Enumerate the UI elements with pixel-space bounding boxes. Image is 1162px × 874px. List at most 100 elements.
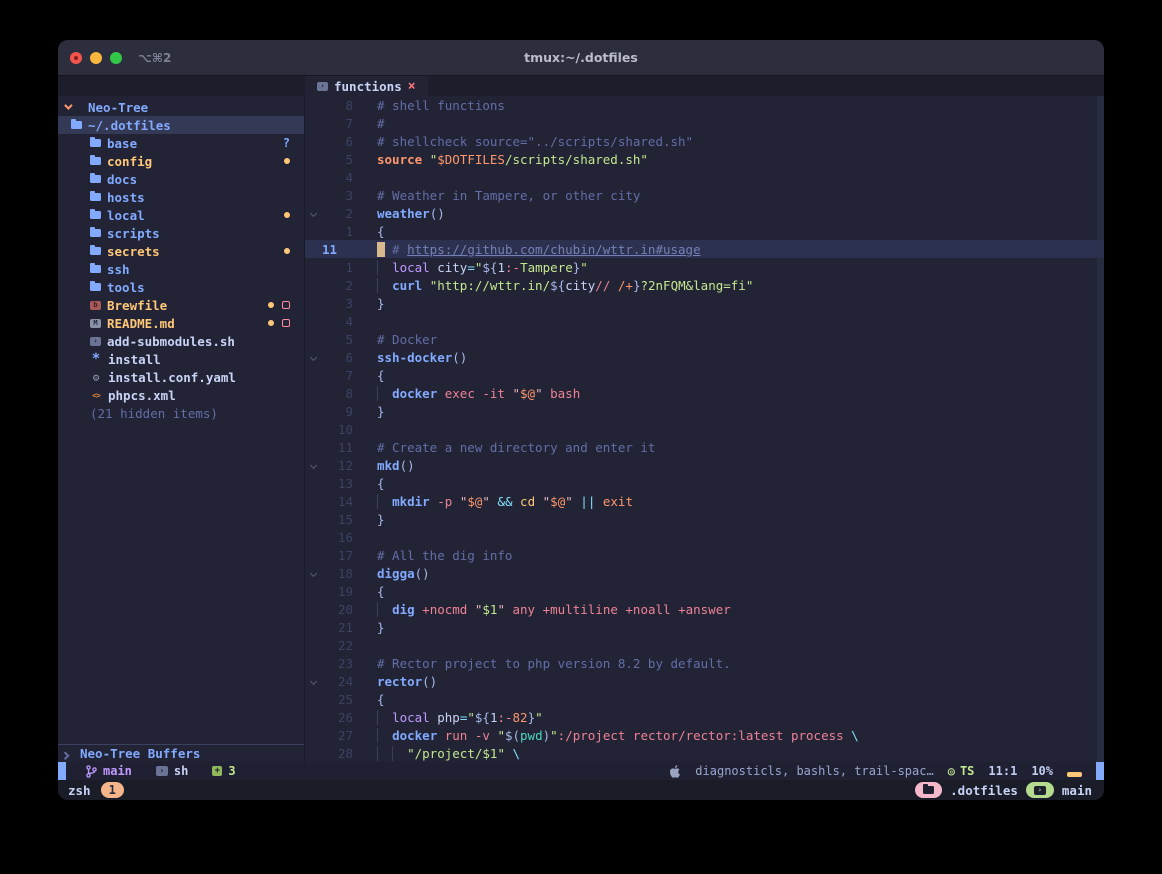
code-line[interactable]: 5# Docker [305,330,1104,348]
code-line[interactable]: 1▏ local city="${1:-Tampere}" [305,258,1104,276]
tree-item-file-brewfile[interactable]: b Brewfile [58,296,304,314]
tree-item-file-install[interactable]: *install [58,350,304,368]
code-text: # Rector project to php version 8.2 by d… [353,656,731,671]
tree-item-dir-dotfiles[interactable]: ~/.dotfiles [58,116,304,134]
neo-tree-buffers-header[interactable]: Neo-Tree Buffers [58,745,304,762]
code-line[interactable]: 25{ [305,690,1104,708]
code-line[interactable]: 26▏ local php="${1:-82}" [305,708,1104,726]
code-line[interactable]: 10 [305,420,1104,438]
code-text: { [353,224,385,239]
tree-item-label: hosts [107,190,145,205]
tree-item-label: README.md [107,316,175,331]
code-line[interactable]: 23# Rector project to php version 8.2 by… [305,654,1104,672]
code-line[interactable]: 3} [305,294,1104,312]
code-line[interactable]: 7# [305,114,1104,132]
code-line[interactable]: 3# Weather in Tampere, or other city [305,186,1104,204]
tree-item-tree-root[interactable]: Neo-Tree [58,98,304,116]
code-line[interactable]: 21} [305,618,1104,636]
fold-chevron-icon[interactable] [305,458,321,473]
tree-item-label: (21 hidden items) [90,406,218,421]
code-line[interactable]: 16 [305,528,1104,546]
titlebar[interactable]: ⌥⌘2 tmux:~/.dotfiles [58,40,1104,76]
code-line[interactable]: 5source "$DOTFILES/scripts/shared.sh" [305,150,1104,168]
tree-item-file-readme[interactable]: MREADME.md [58,314,304,332]
tmux-pane-badge[interactable]: › [1026,782,1054,798]
code-line[interactable]: 4 [305,168,1104,186]
code-line[interactable]: 27▏ docker run -v "$(pwd)":/project rect… [305,726,1104,744]
code-line[interactable]: 2▏ curl "http://wttr.in/${city// /+}?2nF… [305,276,1104,294]
tree-item-file-add-submodules[interactable]: ›add-submodules.sh [58,332,304,350]
tree-item-dir-docs[interactable]: docs [58,170,304,188]
fold-chevron-icon[interactable] [305,206,321,221]
git-modified-dot-icon [284,158,290,164]
line-number: 28 [321,746,353,761]
code-line[interactable]: 12mkd() [305,456,1104,474]
line-number: 7 [321,368,353,383]
code-line[interactable]: 8▏ docker exec -it "$@" bash [305,384,1104,402]
code-line[interactable]: 7{ [305,366,1104,384]
code-line[interactable]: 17# All the dig info [305,546,1104,564]
line-number: 4 [321,170,353,185]
tree-item-label: secrets [107,244,160,259]
tree-item-label: Brewfile [107,298,167,313]
code-line[interactable]: 4 [305,312,1104,330]
buffers-header-label: Neo-Tree Buffers [80,746,200,761]
tree-item-dir-hosts[interactable]: hosts [58,188,304,206]
code-line[interactable]: 6# shellcheck source="../scripts/shared.… [305,132,1104,150]
code-line[interactable]: 20▏ dig +nocmd "$1" any +multiline +noal… [305,600,1104,618]
tree-item-dir-secrets[interactable]: secrets [58,242,304,260]
zoom-window-button[interactable] [110,52,122,64]
cursor-position: 11:1 [988,764,1017,778]
tmux-session-badge[interactable] [915,782,942,798]
lsp-apple-icon [670,765,681,778]
tree-item-dir-ssh[interactable]: ssh [58,260,304,278]
tmux-window-badge[interactable]: 1 [101,782,124,798]
code-line[interactable]: 13{ [305,474,1104,492]
code-line[interactable]: 8# shell functions [305,96,1104,114]
code-line[interactable]: 9} [305,402,1104,420]
tree-item-file-install-conf[interactable]: ⚙install.conf.yaml [58,368,304,386]
git-branch-label[interactable]: main [103,764,132,778]
code-line[interactable]: 14▏ mkdir -p "$@" && cd "$@" || exit [305,492,1104,510]
close-window-button[interactable] [70,52,82,64]
mode-indicator-left [58,762,66,780]
editor-pane[interactable]: 8# shell functions7#6# shellcheck source… [305,96,1104,762]
code-line[interactable]: 1{ [305,222,1104,240]
line-number: 13 [321,476,353,491]
code-line[interactable]: 18digga() [305,564,1104,582]
brew-icon: b [90,301,101,310]
code-line[interactable]: 6ssh-docker() [305,348,1104,366]
code-line[interactable]: 28▏ ▏ "/project/$1" \ [305,744,1104,762]
cursor-shape-indicator [1067,772,1082,777]
mode-indicator-right [1096,762,1104,780]
code-line[interactable]: 11# Create a new directory and enter it [305,438,1104,456]
code-line-current[interactable]: 11 # https://github.com/chubin/wttr.in#u… [305,240,1104,258]
code-text: } [353,404,385,419]
tab-functions[interactable]: › functions × [305,76,428,96]
code-line[interactable]: 2weather() [305,204,1104,222]
code-text: { [353,692,385,707]
code-line[interactable]: 19{ [305,582,1104,600]
chevron-right-icon [61,751,69,759]
tree-item-hidden-items-note[interactable]: (21 hidden items) [58,404,304,422]
fold-chevron-icon[interactable] [305,350,321,365]
main-area: Neo-Tree~/.dotfilesbase?configdocs hostsl… [58,96,1104,762]
tree-item-dir-config[interactable]: config [58,152,304,170]
code-line[interactable]: 15} [305,510,1104,528]
tree-item-dir-local[interactable]: local [58,206,304,224]
code-line[interactable]: 24rector() [305,672,1104,690]
fold-chevron-icon[interactable] [305,566,321,581]
tree-item-dir-base[interactable]: base? [58,134,304,152]
line-number: 4 [321,314,353,329]
tab-close-icon[interactable]: × [408,79,416,94]
tree-item-dir-tools[interactable]: tools [58,278,304,296]
minimize-window-button[interactable] [90,52,102,64]
code-line[interactable]: 22 [305,636,1104,654]
cursor-block [377,242,385,257]
shell-icon: › [90,337,101,346]
file-tree: Neo-Tree~/.dotfilesbase?configdocs hostsl… [58,96,304,422]
fold-chevron-icon[interactable] [305,674,321,689]
tree-item-dir-scripts[interactable]: scripts [58,224,304,242]
tree-item-file-phpcs[interactable]: <>phpcs.xml [58,386,304,404]
badges [284,212,290,218]
